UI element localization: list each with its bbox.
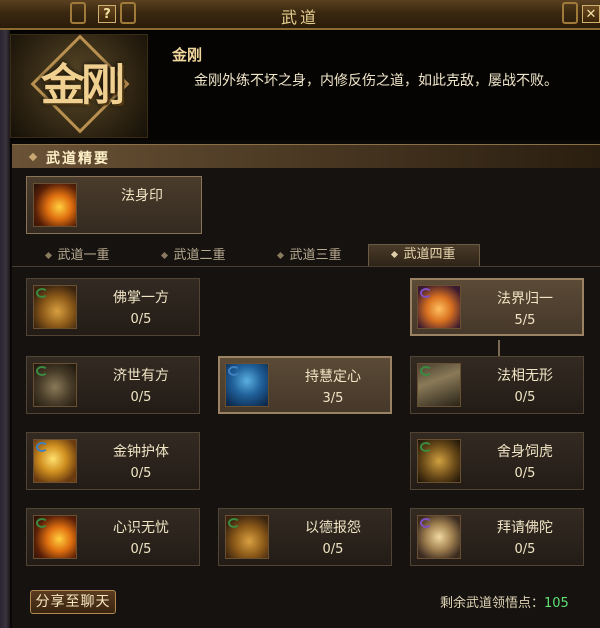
skill-slot[interactable]: 法相无形 0/5 (410, 356, 584, 414)
tab-label: 武道四重 (403, 247, 456, 262)
skill-slot-level: 0/5 (514, 390, 536, 405)
close-button[interactable]: ✕ (582, 5, 600, 23)
skill-slot-name: 持慧定心 (305, 369, 361, 385)
skill-slot-level: 0/5 (514, 542, 536, 557)
skill-slot-name: 舍身饲虎 (497, 444, 553, 460)
skill-slot-level: 0/5 (322, 542, 344, 557)
palm-icon (33, 285, 77, 329)
section-title: 武道精要 (46, 151, 110, 167)
badge-icon (228, 366, 240, 376)
remaining-points: 剩余武道领悟点：105 (440, 592, 569, 611)
skill-slot[interactable]: 拜请佛陀 0/5 (410, 508, 584, 566)
tab-label: 武道一重 (57, 248, 110, 263)
tab-label: 武道二重 (173, 248, 226, 263)
diamond-icon (28, 152, 38, 162)
emblem-calligraphy: 金刚 (41, 60, 125, 111)
skill-slot[interactable]: 心识无忧 0/5 (26, 508, 200, 566)
skill-slot-name: 法界归一 (497, 291, 553, 307)
skill-description: 金刚外练不坏之身，内修反伤之道，如此克敌，屡战不败。 (194, 73, 558, 89)
game-world-edge (0, 0, 10, 628)
wudao-window: ? 武道 ✕ 金刚 金刚 金刚外练不坏之身，内修反伤之道，如此克敌，屡战不败。 … (0, 0, 600, 628)
skill-slot[interactable]: 舍身饲虎 0/5 (410, 432, 584, 490)
section-header: 武道精要 (12, 144, 600, 170)
points-label: 剩余武道领悟点： (440, 596, 545, 611)
tab-wudao-3[interactable]: 武道三重 (254, 246, 366, 267)
skill-slot[interactable]: 佛掌一方 0/5 (26, 278, 200, 336)
badge-icon (420, 518, 432, 528)
badge-icon (36, 366, 48, 376)
tab-wudao-2[interactable]: 武道二重 (138, 246, 250, 267)
diamond-icon (277, 251, 285, 260)
top-skill-slot[interactable]: 法身印 (26, 176, 202, 234)
skill-slot-level: 0/5 (130, 466, 152, 481)
tab-wudao-1[interactable]: 武道一重 (22, 246, 134, 267)
buddha-icon (417, 515, 461, 559)
skill-slot-level: 5/5 (514, 313, 536, 328)
skill-slot-level: 3/5 (322, 391, 344, 406)
skill-slot-name: 心识无忧 (113, 520, 169, 536)
stairs-icon (417, 363, 461, 407)
skill-slot-name: 佛掌一方 (113, 290, 169, 306)
points-value: 105 (544, 596, 569, 611)
share-to-chat-button[interactable]: 分享至聊天 (30, 590, 116, 614)
badge-icon (420, 288, 432, 298)
badge-icon (36, 518, 48, 528)
magic-circle-icon (417, 285, 461, 329)
skill-slot-level: 0/5 (514, 466, 536, 481)
diamond-icon (45, 251, 53, 260)
skill-slot[interactable]: 济世有方 0/5 (26, 356, 200, 414)
tab-label: 武道三重 (289, 248, 342, 263)
diamond-icon (391, 250, 399, 259)
skill-slot[interactable]: 金钟护体 0/5 (26, 432, 200, 490)
flame-hand-icon (33, 183, 77, 227)
glow-icon (225, 515, 269, 559)
swastika-icon (33, 363, 77, 407)
diamond-icon (161, 251, 169, 260)
window-title: 武道 (280, 8, 319, 27)
skill-slot-name: 拜请佛陀 (497, 520, 553, 536)
tiger-icon (417, 439, 461, 483)
title-bar: ? 武道 ✕ (0, 0, 600, 30)
skill-panel: 法身印 武道一重 武道二重 武道三重 武道四重 佛掌一方 0/5 法界归一 5/… (12, 168, 600, 628)
badge-icon (228, 518, 240, 528)
skill-slot[interactable]: 持慧定心 3/5 (218, 356, 392, 414)
badge-icon (36, 442, 48, 452)
skill-slot-name: 以德报怨 (305, 520, 361, 536)
tab-divider (12, 266, 600, 267)
skill-name: 金刚 (172, 46, 203, 64)
swirl-icon (33, 515, 77, 559)
golden-bell-icon (33, 439, 77, 483)
skill-slot-name: 济世有方 (113, 368, 169, 384)
skill-slot[interactable]: 以德报怨 0/5 (218, 508, 392, 566)
badge-icon (420, 442, 432, 452)
skill-slot-name: 法相无形 (497, 368, 553, 384)
skill-slot-level: 0/5 (130, 312, 152, 327)
skill-slot-name: 金钟护体 (113, 444, 169, 460)
skill-slot-level: 0/5 (130, 542, 152, 557)
badge-icon (420, 366, 432, 376)
golden-figure-icon (225, 363, 269, 407)
skill-slot-level: 0/5 (130, 390, 152, 405)
skill-slot[interactable]: 法界归一 5/5 (410, 278, 584, 336)
jingang-emblem-icon: 金刚 (10, 34, 148, 138)
tab-wudao-4[interactable]: 武道四重 (368, 244, 480, 266)
skill-slot-name: 法身印 (121, 188, 163, 204)
badge-icon (36, 288, 48, 298)
corner-ornament (562, 2, 578, 24)
